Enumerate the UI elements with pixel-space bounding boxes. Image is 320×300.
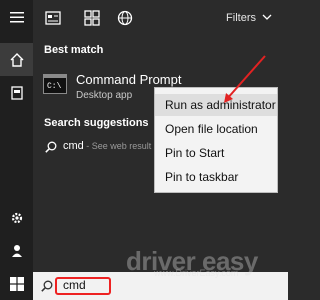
menu-item-run-as-administrator[interactable]: Run as administrator — [155, 94, 277, 116]
apps-icon[interactable] — [84, 10, 100, 26]
results-toolbar: Filters — [33, 0, 288, 36]
gear-icon — [11, 212, 22, 223]
watermark-url: www.DriverEasy.com — [154, 268, 239, 278]
suggestion-hint: - See web result — [83, 141, 152, 151]
start-left-rail — [0, 0, 33, 300]
best-match-heading: Best match — [44, 44, 104, 56]
chevron-down-icon[interactable] — [262, 12, 272, 22]
search-input[interactable]: cmd — [63, 278, 86, 292]
start-button[interactable] — [0, 267, 33, 300]
feedback-button[interactable] — [0, 234, 33, 267]
windows-icon — [9, 276, 24, 291]
menu-item-pin-to-start[interactable]: Pin to Start — [155, 142, 277, 164]
context-menu: Run as administrator Open file location … — [154, 87, 278, 193]
home-icon — [10, 52, 23, 67]
suggestion-query: cmd — [63, 140, 84, 152]
filters-button[interactable]: Filters — [226, 12, 256, 24]
menu-item-pin-to-taskbar[interactable]: Pin to taskbar — [155, 166, 277, 188]
search-icon — [45, 141, 57, 153]
command-prompt-icon: C:\ — [43, 74, 67, 94]
user-icon — [11, 244, 22, 257]
document-icon[interactable] — [45, 10, 61, 26]
hamburger-button[interactable] — [0, 0, 33, 33]
hamburger-icon — [9, 11, 24, 22]
app-subtitle: Desktop app — [76, 90, 133, 101]
app-title: Command Prompt — [76, 72, 182, 87]
menu-item-open-file-location[interactable]: Open file location — [155, 118, 277, 140]
home-button[interactable] — [0, 43, 33, 76]
notebook-icon — [10, 85, 23, 100]
search-icon — [41, 280, 53, 292]
svg-text:C:\: C:\ — [47, 82, 62, 91]
globe-icon[interactable] — [117, 10, 133, 26]
suggestion-text: cmd - See web result — [63, 140, 151, 152]
settings-button[interactable] — [0, 201, 33, 234]
notebook-button[interactable] — [0, 76, 33, 109]
search-suggestions-heading: Search suggestions — [44, 117, 149, 129]
